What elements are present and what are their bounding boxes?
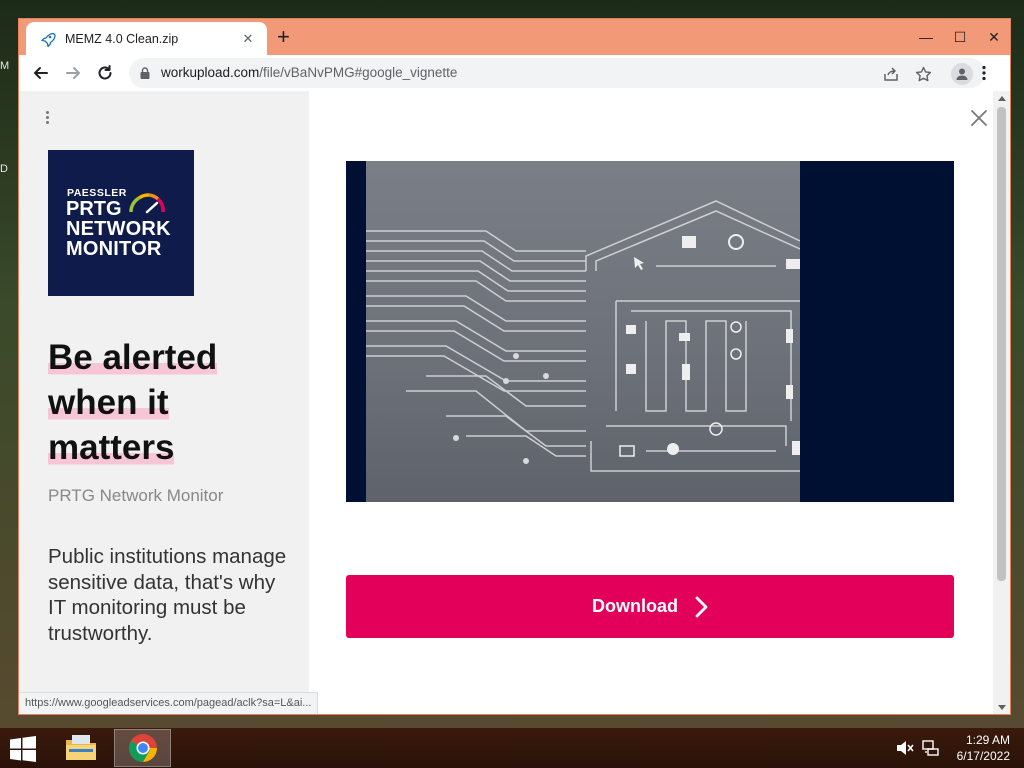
arrow-left-icon — [34, 67, 48, 79]
lock-icon — [140, 67, 150, 79]
new-tab-button[interactable]: + — [277, 26, 290, 48]
url-path: /file/vBaNvPMG#google_vignette — [259, 65, 458, 80]
page-viewport: PAESSLER PRTG NETWORK MONITOR Be alerted… — [19, 91, 1010, 714]
reload-button[interactable] — [93, 61, 117, 85]
download-label: Download — [592, 596, 678, 616]
forward-button[interactable] — [61, 61, 85, 85]
headline-line: when it — [48, 380, 169, 425]
maximize-button[interactable]: ☐ — [943, 19, 977, 55]
chrome-menu-icon[interactable] — [974, 63, 994, 83]
browser-tab[interactable]: MEMZ 4.0 Clean.zip ✕ — [26, 22, 267, 55]
address-bar[interactable]: workupload.com/file/vBaNvPMG#google_vign… — [129, 58, 985, 88]
ad-main-panel: Download — [309, 91, 993, 714]
browser-toolbar: workupload.com/file/vBaNvPMG#google_vign… — [19, 55, 1010, 91]
rocket-icon — [39, 30, 57, 48]
desktop-icon-label-fragment: D — [0, 163, 8, 175]
windows-taskbar: 1:29 AM 6/17/2022 — [0, 728, 1024, 768]
chrome-icon — [128, 734, 157, 762]
prtg-logo[interactable]: PAESSLER PRTG NETWORK MONITOR — [48, 150, 194, 296]
file-explorer-taskbar-button[interactable] — [52, 729, 109, 767]
scroll-down-icon[interactable] — [993, 700, 1010, 714]
url-host: workupload.com — [161, 65, 260, 80]
clock-time: 1:29 AM — [965, 733, 1010, 747]
ad-body-text[interactable]: Public institutions manage sensitive dat… — [48, 544, 288, 646]
chrome-taskbar-button[interactable] — [114, 729, 171, 767]
close-ad-icon[interactable] — [968, 107, 990, 129]
circuit-building-graphic — [366, 200, 801, 472]
gauge-icon — [129, 193, 165, 214]
download-button[interactable]: Download — [346, 575, 954, 638]
share-icon[interactable] — [881, 64, 901, 84]
desktop-icon-label-fragment: M — [0, 60, 10, 72]
title-bar: MEMZ 4.0 Clean.zip ✕ + — ☐ ✕ — [19, 19, 1010, 55]
chrome-window: MEMZ 4.0 Clean.zip ✕ + — ☐ ✕ workupload.… — [18, 18, 1011, 715]
ad-side-panel: PAESSLER PRTG NETWORK MONITOR Be alerted… — [19, 91, 309, 714]
start-button[interactable] — [9, 736, 37, 762]
close-window-button[interactable]: ✕ — [977, 19, 1011, 55]
logo-text-monitor: MONITOR — [66, 238, 162, 260]
minimize-button[interactable]: — — [909, 19, 943, 55]
volume-muted-icon[interactable] — [896, 740, 914, 756]
circuit-illustration — [366, 161, 801, 502]
headline-line: Be alerted — [48, 335, 218, 380]
scroll-up-icon[interactable] — [993, 91, 1010, 105]
system-clock[interactable]: 1:29 AM 6/17/2022 — [940, 732, 1010, 764]
url-text[interactable]: workupload.com/file/vBaNvPMG#google_vign… — [161, 65, 457, 80]
ad-headline[interactable]: Be alerted when it matters — [48, 335, 288, 470]
clock-date: 6/17/2022 — [956, 749, 1010, 763]
headline-line: matters — [48, 425, 175, 470]
chevron-right-icon — [695, 596, 708, 617]
back-button[interactable] — [29, 61, 53, 85]
file-explorer-icon — [65, 735, 96, 760]
bookmark-star-icon[interactable] — [913, 64, 933, 84]
scrollbar-thumb[interactable] — [997, 107, 1006, 581]
reload-icon — [98, 65, 112, 80]
tab-close-icon[interactable]: ✕ — [239, 31, 257, 47]
windows-logo-icon — [10, 736, 36, 762]
tab-title: MEMZ 4.0 Clean.zip — [65, 31, 179, 46]
profile-avatar-icon[interactable] — [951, 63, 973, 85]
link-status-bubble: https://www.googleadservices.com/pagead/… — [19, 692, 319, 714]
ad-options-icon[interactable] — [42, 111, 52, 127]
network-icon[interactable] — [922, 740, 940, 756]
arrow-right-icon — [66, 67, 80, 79]
ad-hero-image[interactable] — [346, 161, 954, 502]
page-scrollbar[interactable] — [993, 91, 1010, 714]
ad-subtitle[interactable]: PRTG Network Monitor — [48, 486, 223, 506]
